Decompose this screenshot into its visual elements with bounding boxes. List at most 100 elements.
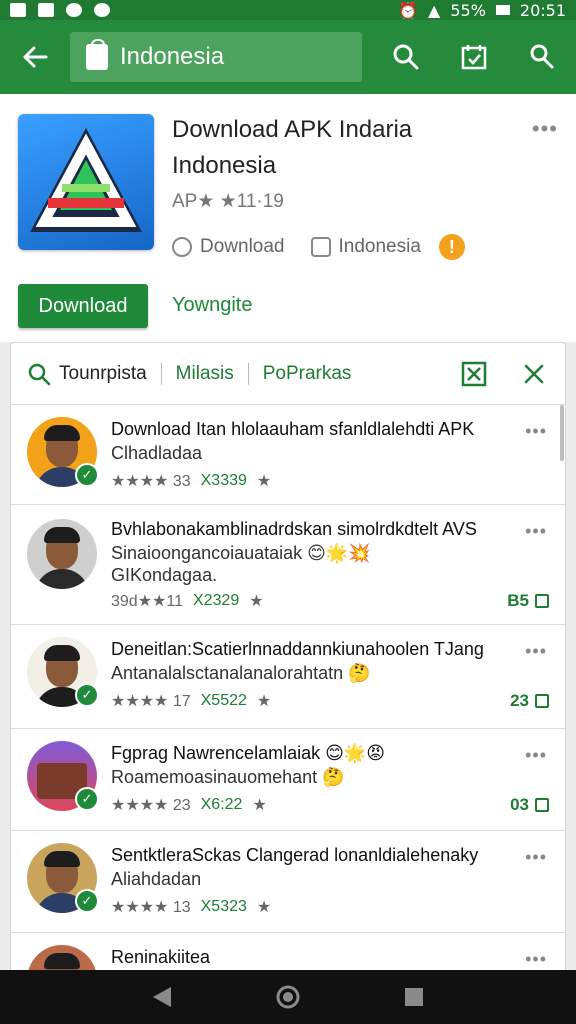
app-title-line2: Indonesia xyxy=(172,152,277,179)
results-panel: Tounrpista Milasis PoPrarkas ✓ Download … xyxy=(10,342,566,974)
more-options-icon[interactable]: ••• xyxy=(525,421,547,442)
app-rating: AP★ ★11·19 xyxy=(172,191,284,212)
tab-filter-2[interactable]: PoPrarkas xyxy=(263,363,352,385)
clock: 20:51 xyxy=(519,0,566,20)
filter-bar: Tounrpista Milasis PoPrarkas xyxy=(11,343,565,405)
list-item[interactable]: ✓ Deneitlan:Scatierlnnaddannkiunahoolen … xyxy=(11,625,565,729)
item-stars: 39d★★11 xyxy=(111,593,183,610)
app-title-line1: Download APK Indaria xyxy=(172,116,413,143)
tab-filter-1[interactable]: Milasis xyxy=(176,363,234,385)
item-title: Bvhlabonakamblinadrdskan simolrdkdtelt A… xyxy=(111,519,477,539)
battery-icon xyxy=(495,5,510,15)
list-item[interactable]: ✓ Download Itan hlolaauham sfanldlalehdt… xyxy=(11,405,565,505)
filter-search-label: Tounrpista xyxy=(59,362,147,384)
more-options-icon[interactable]: ••• xyxy=(525,847,547,868)
back-button[interactable] xyxy=(0,20,70,94)
item-title: Fgprag Nawrencelamlaiak 😊🌟😡 xyxy=(111,743,386,763)
item-title: Download Itan hlolaauham sfanldlalehdti … xyxy=(111,419,475,439)
item-subtitle: Aliahdadan xyxy=(111,869,202,889)
system-nav-bar xyxy=(0,970,576,1024)
star-icon: ★ xyxy=(256,473,272,490)
item-subtitle: Roamemoasinauomehant 🤔 xyxy=(111,767,345,787)
item-count: X2329 xyxy=(193,592,240,609)
close-icon[interactable] xyxy=(523,363,545,385)
item-subtitle-2: GIKondagaa. xyxy=(111,565,218,585)
star-icon: ★ xyxy=(256,899,272,916)
meta-region[interactable]: Indonesia xyxy=(339,236,421,258)
more-options-icon[interactable]: ••• xyxy=(525,521,547,542)
notification-icon xyxy=(10,3,26,17)
search-icon xyxy=(28,363,51,385)
status-bar: ⏰ ▲ 55% 20:51 xyxy=(0,0,576,20)
nav-back-icon[interactable] xyxy=(151,985,173,1009)
list-item[interactable]: ✓ Fgprag Nawrencelamlaiak 😊🌟😡 Roamemoasi… xyxy=(11,729,565,831)
star-icon: ★ xyxy=(256,693,272,710)
list-item[interactable]: ✓ SentktleraSckas Clangerad lonanldialeh… xyxy=(11,831,565,933)
item-rating: ★★★★ 13 X5323 ★ xyxy=(111,897,271,917)
chat-icon xyxy=(310,237,331,257)
app-logo xyxy=(18,114,154,250)
search-input[interactable]: Indonesia xyxy=(70,32,362,82)
notification-icon xyxy=(94,3,110,17)
verified-check-icon: ✓ xyxy=(75,787,99,811)
verified-check-icon: ✓ xyxy=(75,683,99,707)
item-count: X5522 xyxy=(200,692,247,709)
meta-download[interactable]: Download xyxy=(200,236,285,258)
more-options-icon[interactable]: ••• xyxy=(525,745,547,766)
star-icon: ★ xyxy=(249,593,264,610)
search-person-icon xyxy=(530,44,554,69)
item-title: SentktleraSckas Clangerad lonanldialehen… xyxy=(111,845,479,865)
item-badge[interactable]: 03 xyxy=(510,795,549,815)
shopping-bag-icon xyxy=(535,798,549,812)
shopping-bag-icon xyxy=(86,39,108,70)
signal-icon: ▲ xyxy=(428,0,441,20)
item-badge[interactable]: 23 xyxy=(510,691,549,711)
checkbox-x-icon[interactable] xyxy=(461,361,487,387)
item-title: Deneitlan:Scatierlnnaddannkiunahoolen TJ… xyxy=(111,639,484,659)
more-options-icon[interactable]: ••• xyxy=(532,116,558,142)
warning-icon[interactable]: ! xyxy=(438,234,465,260)
calendar-button[interactable] xyxy=(440,20,508,94)
item-stars: ★★★★ 13 xyxy=(111,899,191,916)
item-badge-value: 23 xyxy=(510,691,529,710)
app-title: Download APK Indaria Indonesia xyxy=(172,112,512,184)
avatar xyxy=(27,519,97,589)
item-subtitle: Clhadladaa xyxy=(111,443,203,463)
search-icon xyxy=(393,44,419,70)
search-input-value: Indonesia xyxy=(120,43,225,70)
calendar-check-icon xyxy=(461,45,487,70)
item-count: X3339 xyxy=(200,472,247,489)
divider xyxy=(247,362,249,385)
search-button[interactable] xyxy=(372,20,440,94)
arrow-left-icon xyxy=(23,46,48,68)
battery-percent: 55% xyxy=(450,0,486,20)
more-options-icon[interactable]: ••• xyxy=(525,949,547,970)
nav-recents-icon[interactable] xyxy=(403,986,425,1008)
shopping-bag-icon xyxy=(535,594,549,608)
item-subtitle: Antanalalsctanalanalorahtatn 🤔 xyxy=(111,663,371,683)
app-logo-icon xyxy=(30,128,142,232)
shopping-bag-icon xyxy=(535,694,549,708)
app-meta: Download Indonesia ! xyxy=(172,234,465,260)
notification-icon xyxy=(66,3,82,17)
list-item[interactable]: Reninakiitea ••• xyxy=(11,933,565,973)
item-count: X5323 xyxy=(200,898,247,915)
verified-check-icon: ✓ xyxy=(75,889,99,913)
more-options-icon[interactable]: ••• xyxy=(525,641,547,662)
item-rating: 39d★★11 X2329 ★ xyxy=(111,591,264,611)
voice-search-button[interactable] xyxy=(508,20,576,94)
secondary-link[interactable]: Yowngite xyxy=(172,294,252,317)
app-bar: Indonesia xyxy=(0,20,576,94)
item-rating: ★★★★ 17 X5522 ★ xyxy=(111,691,271,711)
item-badge[interactable]: B5 xyxy=(507,591,549,611)
notification-icon xyxy=(38,3,54,17)
download-icon xyxy=(172,237,192,257)
item-rating: ★★★★ 33 X3339 ★ xyxy=(111,471,271,491)
item-badge-value: B5 xyxy=(507,591,529,610)
download-button[interactable]: Download xyxy=(18,284,148,328)
nav-home-icon[interactable] xyxy=(275,984,301,1010)
filter-search[interactable]: Tounrpista xyxy=(27,362,147,386)
divider xyxy=(160,362,162,385)
list-item[interactable]: Bvhlabonakamblinadrdskan simolrdkdtelt A… xyxy=(11,505,565,625)
app-header: Download APK Indaria Indonesia ••• AP★ ★… xyxy=(0,94,576,342)
